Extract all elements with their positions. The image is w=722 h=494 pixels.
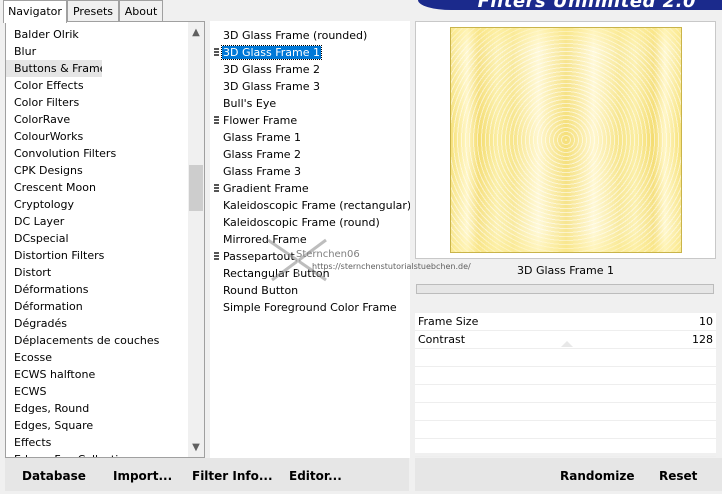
filter-list-panel: 3D Glass Frame (rounded) 3D Glass Frame 1…	[210, 21, 410, 458]
param-value[interactable]: 10	[699, 313, 713, 330]
category-item[interactable]: ColorRave	[6, 111, 188, 128]
category-item[interactable]: Convolution Filters	[6, 145, 188, 162]
category-item[interactable]: Cryptology	[6, 196, 188, 213]
param-empty-row	[415, 349, 716, 367]
filter-item[interactable]: Kaleidoscopic Frame (rectangular)	[210, 197, 410, 214]
tab-navigator[interactable]: Navigator	[3, 0, 67, 23]
category-item[interactable]: Crescent Moon	[6, 179, 188, 196]
category-item[interactable]: CPK Designs	[6, 162, 188, 179]
filter-item[interactable]: 3D Glass Frame 1	[210, 44, 410, 61]
slider-marker-icon	[561, 341, 573, 347]
filter-item[interactable]: Glass Frame 3	[210, 163, 410, 180]
category-item[interactable]: DC Layer	[6, 213, 188, 230]
param-empty-row	[415, 439, 716, 457]
filter-item[interactable]: 3D Glass Frame 2	[210, 61, 410, 78]
randomize-button[interactable]: Randomize	[560, 469, 634, 483]
filter-label: Simple Foreground Color Frame	[223, 301, 397, 314]
group-marker-icon	[214, 252, 219, 261]
category-item[interactable]: Edges, Square	[6, 417, 188, 434]
scrollbar-thumb[interactable]	[189, 165, 203, 211]
filter-label: Gradient Frame	[223, 182, 309, 195]
category-item[interactable]: Déplacements de couches	[6, 332, 188, 349]
filter-label: 3D Glass Frame 3	[223, 80, 321, 93]
filter-item[interactable]: Glass Frame 2	[210, 146, 410, 163]
preview-filter-name: 3D Glass Frame 1	[516, 264, 614, 277]
filter-info-button[interactable]: Filter Info...	[192, 469, 273, 483]
category-item[interactable]: DCspecial	[6, 230, 188, 247]
category-list-panel: Balder OlrikBlurButtons & FramesColor Ef…	[5, 21, 205, 458]
tab-about[interactable]: About	[119, 0, 163, 21]
filter-label: Glass Frame 2	[223, 148, 302, 161]
filter-label: Flower Frame	[223, 114, 298, 127]
tab-presets[interactable]: Presets	[67, 0, 119, 21]
preview-area	[415, 21, 716, 259]
filter-label: Mirrored Frame	[223, 233, 307, 246]
watermark-name: Sternchen06	[296, 249, 360, 260]
filter-item[interactable]: Mirrored Frame	[210, 231, 410, 248]
filter-item[interactable]: Flower Frame	[210, 112, 410, 129]
category-item[interactable]: ECWS halftone	[6, 366, 188, 383]
group-marker-icon	[214, 116, 219, 125]
import-button[interactable]: Import...	[113, 469, 172, 483]
category-item[interactable]: Balder Olrik	[6, 26, 188, 43]
group-marker-icon	[214, 184, 219, 193]
category-item[interactable]: Color Effects	[6, 77, 188, 94]
filter-list: 3D Glass Frame (rounded) 3D Glass Frame 1…	[210, 27, 410, 316]
param-empty-row	[415, 367, 716, 385]
filter-label: Round Button	[223, 284, 299, 297]
param-frame-size[interactable]: Frame Size 10	[415, 313, 716, 331]
param-value[interactable]: 128	[692, 331, 713, 348]
category-item[interactable]: Ecosse	[6, 349, 188, 366]
banner-title: Filters Unlimited 2.0	[478, 0, 696, 10]
scroll-up-icon[interactable]: ▲	[188, 25, 204, 41]
filter-label: Passepartout	[223, 250, 295, 263]
category-item[interactable]: Color Filters	[6, 94, 188, 111]
filter-item[interactable]: Glass Frame 1	[210, 129, 410, 146]
reset-button[interactable]: Reset	[659, 469, 697, 483]
filter-item[interactable]: Simple Foreground Color Frame	[210, 299, 410, 316]
filter-item[interactable]: Kaleidoscopic Frame (round)	[210, 214, 410, 231]
filter-item[interactable]: Bull's Eye	[210, 95, 410, 112]
category-item[interactable]: Distort	[6, 264, 188, 281]
category-item[interactable]: Dégradés	[6, 315, 188, 332]
param-empty-row	[415, 403, 716, 421]
category-item[interactable]: Déformation	[6, 298, 188, 315]
scroll-down-icon[interactable]: ▼	[188, 440, 204, 456]
filter-item[interactable]: 3D Glass Frame (rounded)	[210, 27, 410, 44]
param-label: Frame Size	[418, 315, 479, 328]
filter-item[interactable]: Round Button	[210, 282, 410, 299]
param-empty-row	[415, 421, 716, 439]
category-item[interactable]: Buttons & Frames	[6, 60, 102, 77]
category-item[interactable]: Effects	[6, 434, 188, 451]
category-item[interactable]: Edges, Round	[6, 400, 188, 417]
category-item[interactable]: ECWS	[6, 383, 188, 400]
filter-label: Glass Frame 1	[223, 131, 302, 144]
filter-label: 3D Glass Frame 2	[223, 63, 321, 76]
category-list: Balder OlrikBlurButtons & FramesColor Ef…	[6, 26, 188, 457]
group-marker-icon	[214, 48, 219, 57]
database-button[interactable]: Database	[22, 469, 86, 483]
filter-item[interactable]: Gradient Frame	[210, 180, 410, 197]
category-item[interactable]: Déformations	[6, 281, 188, 298]
param-label: Contrast	[418, 333, 466, 346]
category-item[interactable]: Blur	[6, 43, 188, 60]
parameter-panel: Frame Size 10 Contrast 128	[415, 313, 716, 457]
filter-label: Bull's Eye	[223, 97, 277, 110]
category-item[interactable]: Edges, Fun Collection	[6, 451, 188, 457]
category-item[interactable]: Distortion Filters	[6, 247, 188, 264]
filter-label: 3D Glass Frame 1	[220, 45, 323, 60]
filter-item[interactable]: 3D Glass Frame 3	[210, 78, 410, 95]
filter-label: 3D Glass Frame (rounded)	[223, 29, 368, 42]
category-item[interactable]: ColourWorks	[6, 128, 188, 145]
category-scrollbar[interactable]: ▲ ▼	[188, 22, 204, 457]
preview-image	[450, 27, 682, 253]
title-banner: Filters Unlimited 2.0	[418, 0, 722, 10]
editor-button[interactable]: Editor...	[289, 469, 342, 483]
progress-bar	[416, 284, 714, 294]
filter-label: Kaleidoscopic Frame (round)	[223, 216, 380, 229]
filter-label: Glass Frame 3	[223, 165, 302, 178]
param-empty-row	[415, 385, 716, 403]
filter-label: Kaleidoscopic Frame (rectangular)	[223, 199, 410, 212]
